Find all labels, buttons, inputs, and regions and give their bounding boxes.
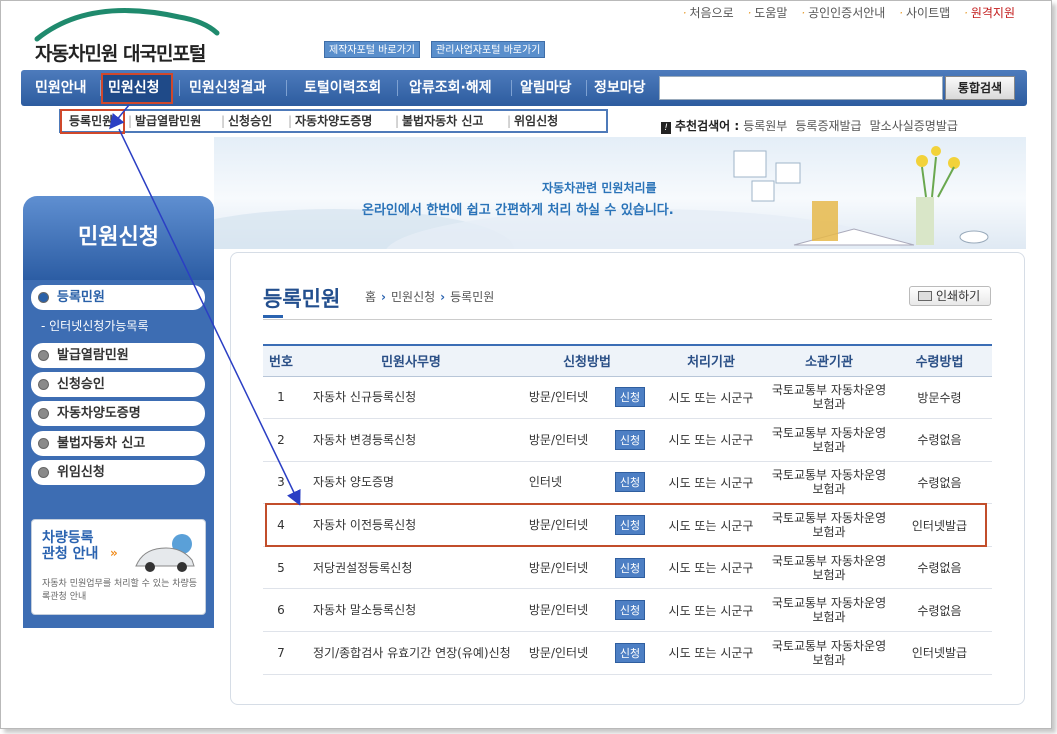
annotation-arrow xyxy=(109,104,301,506)
browser-frame: 자동차민원 대국민포털 제작자포털 바로가기 관리사업자포털 바로가기 · 처음으… xyxy=(0,0,1052,729)
